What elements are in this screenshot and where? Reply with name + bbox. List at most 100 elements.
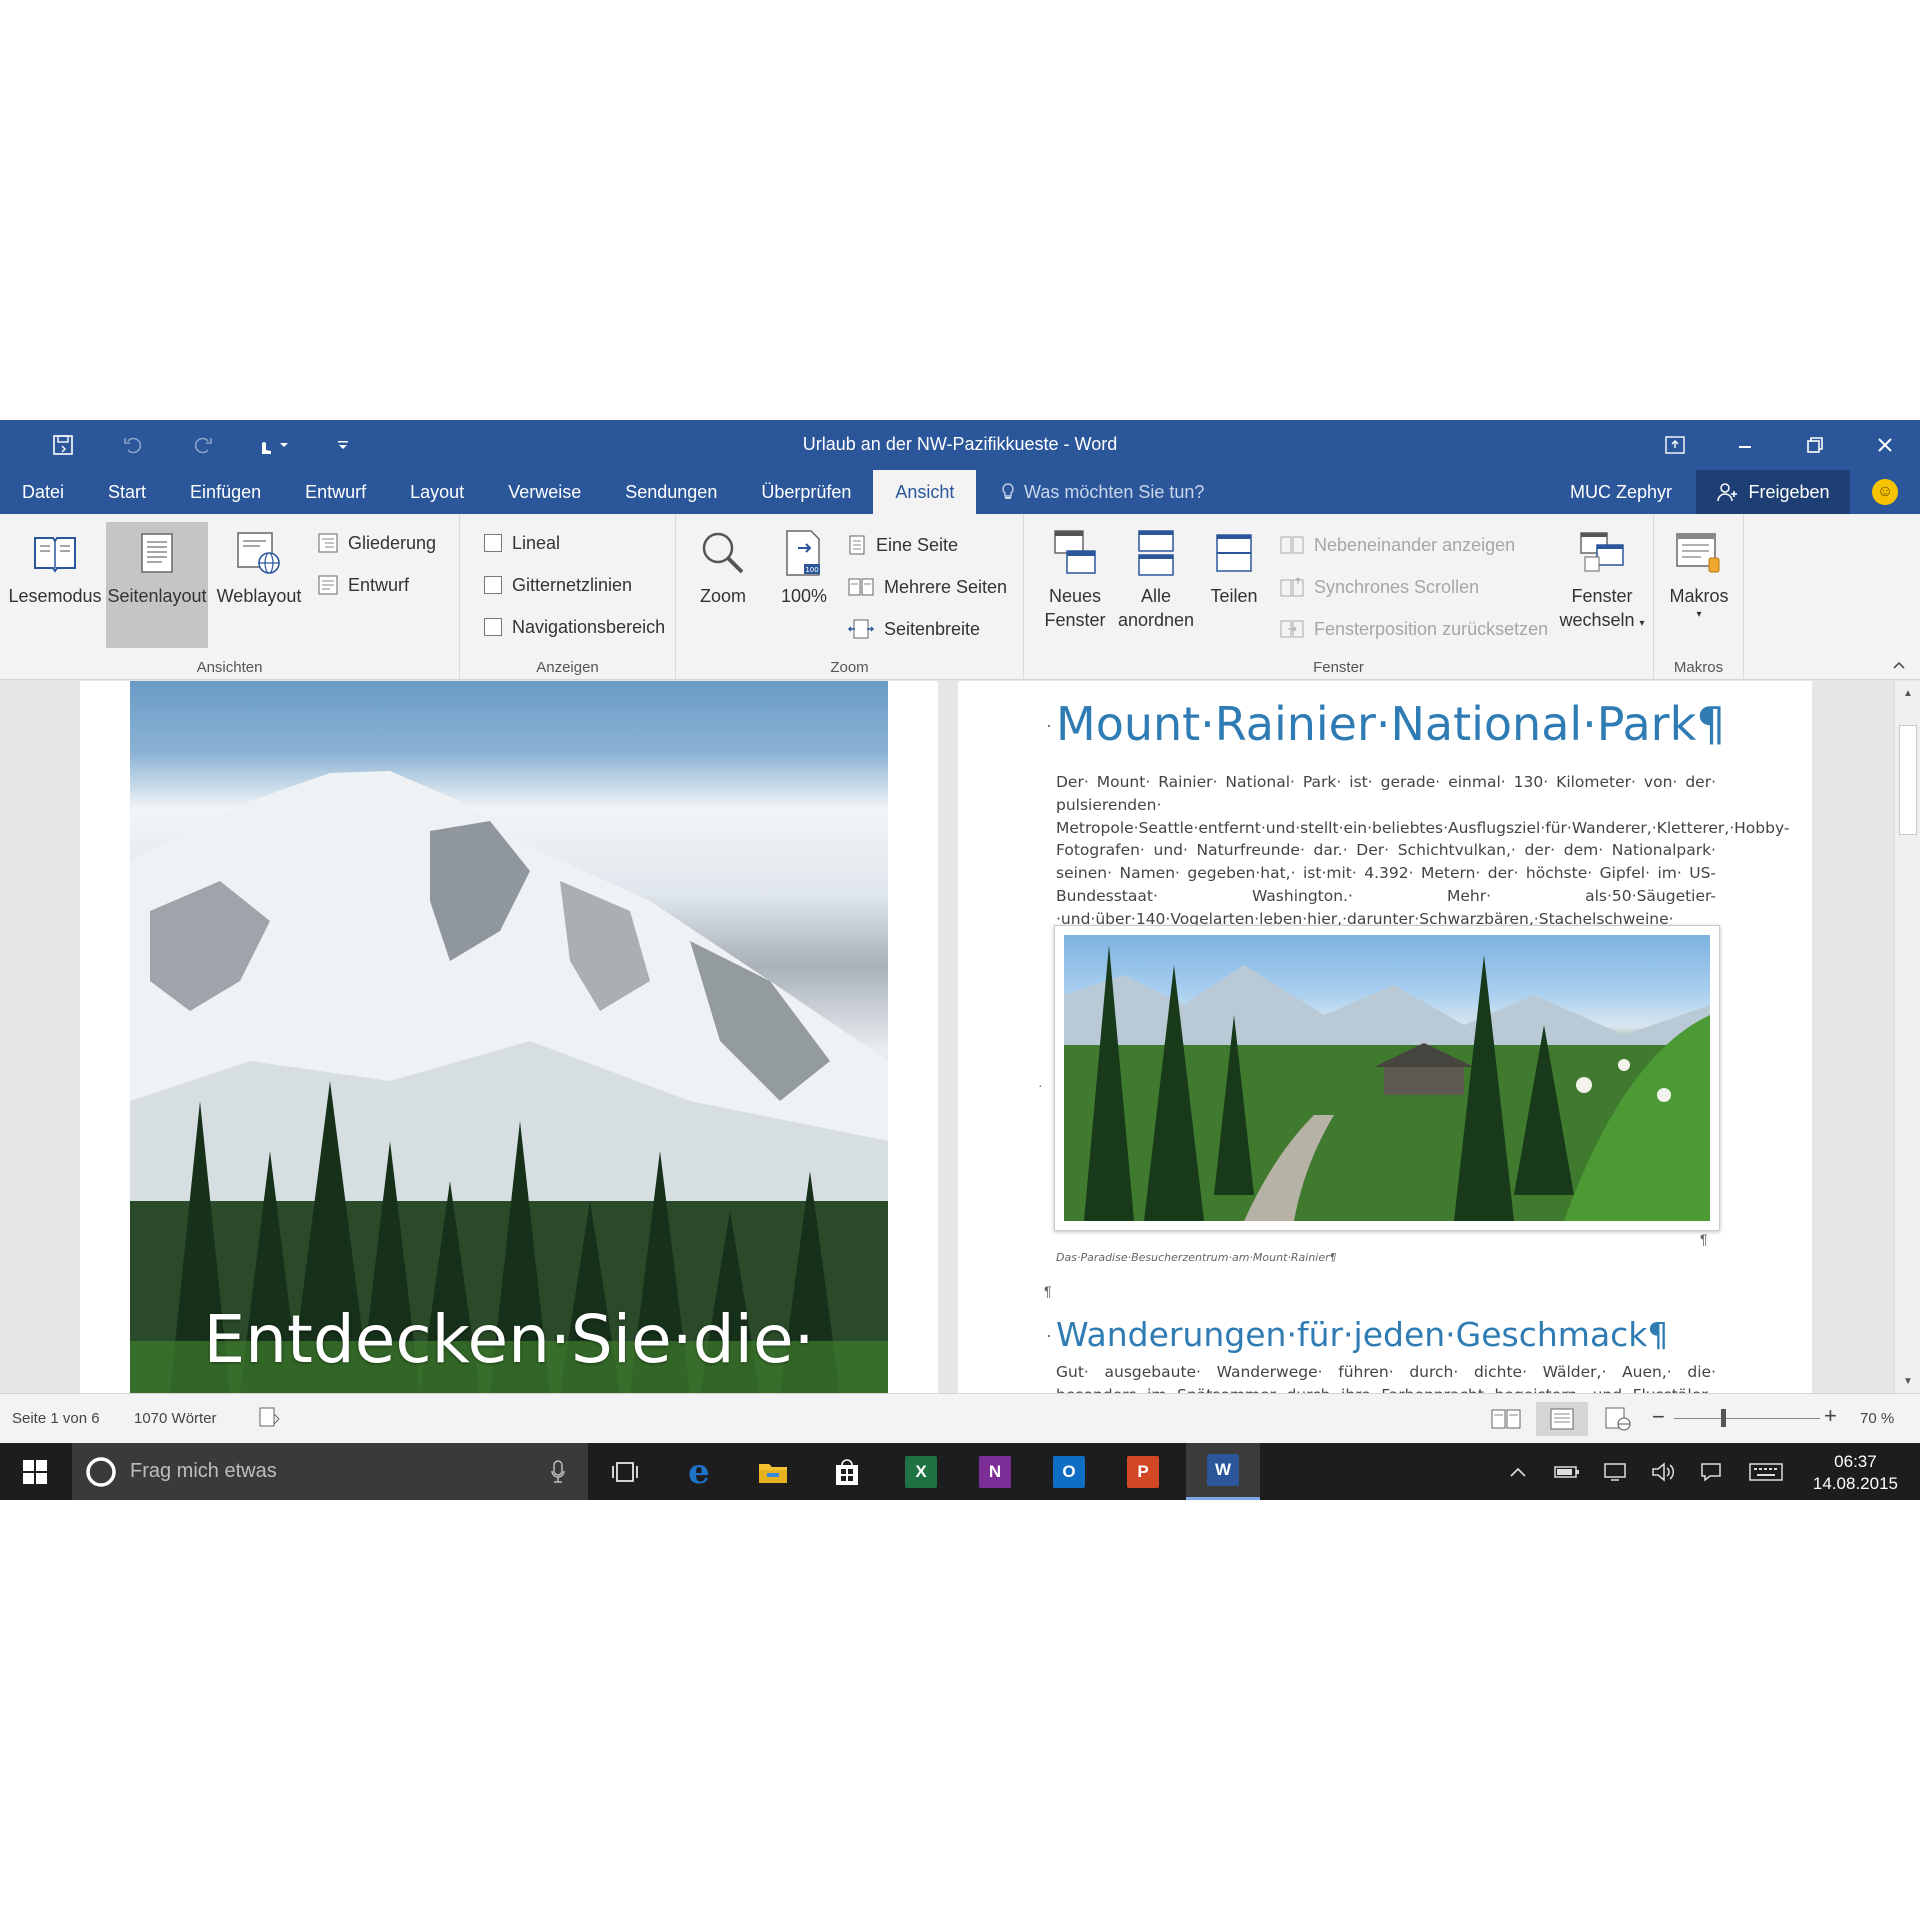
scroll-thumb[interactable]: [1899, 725, 1917, 835]
collapse-ribbon-icon[interactable]: [1892, 657, 1906, 673]
volume-icon[interactable]: [1646, 1443, 1680, 1500]
macros-icon: [1676, 533, 1720, 573]
touch-keyboard-icon[interactable]: [1744, 1443, 1788, 1500]
heading-wanderungen[interactable]: Wanderungen·für·jeden·Geschmack¶: [1056, 1315, 1668, 1354]
web-layout-status-icon[interactable]: [1592, 1402, 1644, 1436]
battery-icon[interactable]: [1550, 1443, 1584, 1500]
tab-entwurf[interactable]: Entwurf: [283, 470, 388, 514]
taskbar-excel-button[interactable]: X: [884, 1443, 958, 1500]
word-window: Urlaub an der NW-Pazifikkueste - Word Da…: [0, 420, 1920, 1500]
tab-start[interactable]: Start: [86, 470, 168, 514]
window-title: Urlaub an der NW-Pazifikkueste - Word: [802, 434, 1118, 454]
lineal-checkbox[interactable]: Lineal: [484, 528, 560, 558]
eine-seite-button[interactable]: Eine Seite: [848, 530, 958, 560]
zoom-slider-thumb[interactable]: [1720, 1409, 1726, 1427]
windows-start-icon[interactable]: [0, 1443, 70, 1500]
feedback-smiley-icon[interactable]: ☺: [1872, 479, 1898, 505]
page-count[interactable]: Seite 1 von 6: [12, 1410, 100, 1427]
tab-ansicht[interactable]: Ansicht: [873, 470, 977, 514]
zoom-in-icon[interactable]: +: [1824, 1403, 1837, 1429]
fensterposition-button[interactable]: Fensterposition zurücksetzen: [1280, 614, 1548, 644]
window-controls: [1640, 420, 1920, 470]
tab-datei[interactable]: Datei: [0, 470, 86, 514]
tab-überprüfen[interactable]: Überprüfen: [739, 470, 873, 514]
minimize-icon[interactable]: [1710, 420, 1780, 470]
lineal-checkbox-box[interactable]: [484, 534, 502, 552]
seitenlayout-button[interactable]: Seitenlayout: [106, 522, 208, 648]
neues-fenster-button[interactable]: Neues Fenster: [1032, 522, 1118, 648]
tab-sendungen[interactable]: Sendungen: [603, 470, 739, 514]
alle-anordnen-label-2: anordnen: [1117, 610, 1195, 630]
weblayout-button[interactable]: Weblayout: [208, 522, 310, 648]
tell-me-placeholder: Was möchten Sie tun?: [1024, 481, 1205, 502]
scroll-up-icon[interactable]: ▲: [1895, 683, 1920, 703]
show-hidden-icons-icon[interactable]: [1500, 1443, 1536, 1500]
tab-verweise[interactable]: Verweise: [486, 470, 603, 514]
ribbon: Lesemodus Seitenlayout Weblayout Glieder…: [0, 514, 1920, 680]
photo-caption[interactable]: Das·Paradise·Besucherzentrum·am·Mount·Ra…: [1056, 1251, 1337, 1264]
zoom-label: Zoom: [699, 586, 746, 606]
fenster-wechseln-button[interactable]: Fenster wechseln ▾: [1554, 522, 1650, 648]
tab-layout[interactable]: Layout: [388, 470, 486, 514]
tell-me-box[interactable]: Was möchten Sie tun?: [1000, 470, 1204, 514]
zoom-level[interactable]: 70 %: [1860, 1410, 1894, 1427]
taskbar-powerpoint-button[interactable]: P: [1106, 1443, 1180, 1500]
makros-button[interactable]: Makros ▾: [1656, 522, 1742, 648]
gliederung-label: Gliederung: [348, 532, 437, 553]
heading-mount-rainier[interactable]: Mount·Rainier·National·Park¶: [1056, 697, 1725, 751]
clock-date: 14.08.2015: [1812, 1474, 1898, 1493]
fenster-wechseln-label-1: Fenster: [1571, 586, 1633, 606]
word-count[interactable]: 1070 Wörter: [134, 1410, 217, 1427]
close-icon[interactable]: [1850, 420, 1920, 470]
vertical-scrollbar[interactable]: ▲ ▼: [1894, 681, 1920, 1393]
taskbar-word-button[interactable]: W: [1186, 1443, 1260, 1500]
new-window-icon: [1054, 530, 1096, 574]
gitternetzlinien-checkbox-box[interactable]: [484, 576, 502, 594]
cortana-search-box[interactable]: Frag mich etwas: [72, 1443, 588, 1500]
scroll-down-icon[interactable]: ▼: [1895, 1371, 1920, 1391]
eine-seite-label: Eine Seite: [876, 534, 959, 555]
taskbar-onenote-button[interactable]: N: [958, 1443, 1032, 1500]
navigationsbereich-checkbox-box[interactable]: [484, 618, 502, 636]
taskbar-store-button[interactable]: [810, 1443, 884, 1500]
print-layout-status-icon[interactable]: [1536, 1402, 1588, 1436]
nebeneinander-button[interactable]: Nebeneinander anzeigen: [1280, 530, 1515, 560]
gitternetzlinien-checkbox[interactable]: Gitternetzlinien: [484, 570, 632, 600]
teilen-button[interactable]: Teilen: [1196, 522, 1272, 648]
synchrones-scrollen-button[interactable]: Synchrones Scrollen: [1280, 572, 1479, 602]
arrange-all-icon: [1138, 530, 1174, 576]
taskbar-file-explorer-button[interactable]: [736, 1443, 810, 1500]
read-mode-status-icon[interactable]: [1480, 1402, 1532, 1436]
lesemodus-button[interactable]: Lesemodus: [4, 522, 106, 648]
action-center-icon[interactable]: [1694, 1443, 1728, 1500]
zoom-100-button[interactable]: 100 100%: [766, 522, 842, 648]
gliederung-button[interactable]: Gliederung: [318, 528, 436, 558]
user-account[interactable]: MUC Zephyr: [1570, 482, 1672, 503]
taskbar-clock[interactable]: 06:37 14.08.2015: [1813, 1451, 1898, 1495]
alle-anordnen-button[interactable]: Alle anordnen: [1118, 522, 1194, 648]
magnifier-icon: [702, 532, 744, 574]
microphone-icon[interactable]: [550, 1459, 566, 1485]
taskbar-edge-button[interactable]: e: [662, 1443, 736, 1500]
windows-taskbar: Frag mich etwas e X N O P W 06:37 14.08.2015: [0, 1443, 1920, 1500]
ribbon-display-options-icon[interactable]: [1640, 420, 1710, 470]
taskbar-task-view-button[interactable]: [588, 1443, 662, 1500]
navigationsbereich-checkbox[interactable]: Navigationsbereich: [484, 612, 665, 642]
nebeneinander-label: Nebeneinander anzeigen: [1314, 534, 1516, 555]
mehrere-seiten-button[interactable]: Mehrere Seiten: [848, 572, 1007, 602]
seitenbreite-button[interactable]: Seitenbreite: [848, 614, 980, 644]
entwurf-view-button[interactable]: Entwurf: [318, 570, 409, 600]
paradise-photo-frame[interactable]: [1054, 925, 1720, 1231]
switch-windows-icon: [1580, 532, 1624, 572]
share-button[interactable]: Freigeben: [1696, 470, 1850, 514]
zoom-out-icon[interactable]: −: [1652, 1404, 1665, 1430]
restore-icon[interactable]: [1780, 420, 1850, 470]
taskbar-outlook-button[interactable]: O: [1032, 1443, 1106, 1500]
proofing-icon[interactable]: [258, 1406, 282, 1432]
network-icon[interactable]: [1598, 1443, 1632, 1500]
tab-einfügen[interactable]: Einfügen: [168, 470, 283, 514]
zoom-slider-track[interactable]: [1674, 1418, 1820, 1419]
zoom-100-label: 100%: [780, 586, 828, 606]
paragraph-wanderungen[interactable]: Gut· ausgebaute· Wanderwege· führen· dur…: [1056, 1361, 1716, 1393]
zoom-button[interactable]: Zoom: [680, 522, 766, 648]
